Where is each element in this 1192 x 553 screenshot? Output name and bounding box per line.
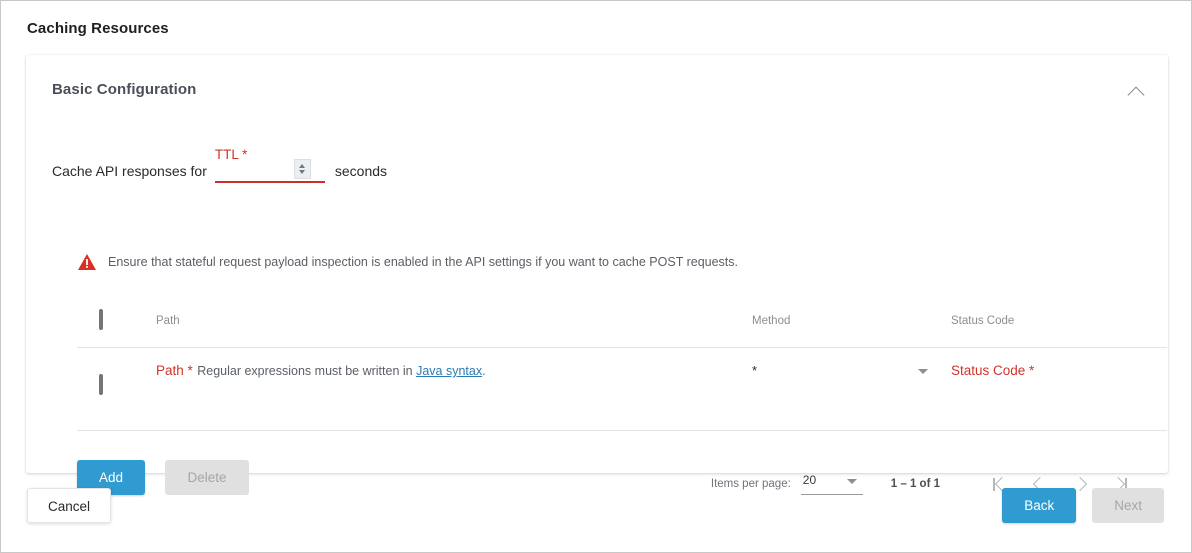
path-field-hint: Regular expressions must be written in J… — [197, 364, 485, 378]
method-select[interactable]: * — [752, 362, 934, 380]
ttl-row: Cache API responses for TTL * seconds — [52, 143, 387, 183]
card-header: Basic Configuration — [26, 55, 1168, 111]
stepper-down-icon[interactable] — [299, 170, 305, 174]
basic-configuration-card: Basic Configuration Cache API responses … — [26, 55, 1168, 473]
page-range-label: 1 – 1 of 1 — [891, 478, 940, 490]
chevron-down-icon[interactable] — [918, 369, 928, 374]
status-code-field-label: Status Code * — [951, 363, 1034, 378]
card-title: Basic Configuration — [52, 81, 196, 98]
path-hint-prefix: Regular expressions must be written in — [197, 364, 416, 378]
java-syntax-link[interactable]: Java syntax — [416, 364, 482, 378]
checkbox-box[interactable] — [99, 374, 103, 395]
caching-rules-table: Path Method Status Code Path * Regular e… — [77, 301, 1167, 431]
ttl-prefix-label: Cache API responses for — [52, 163, 207, 183]
stepper-up-icon[interactable] — [299, 164, 305, 168]
status-code-field: Status Code * — [951, 362, 1134, 380]
items-per-page-underline — [801, 494, 863, 495]
next-button[interactable]: Next — [1092, 488, 1164, 523]
footer-right: Back Next — [1002, 488, 1164, 523]
path-field-label: Path * — [156, 363, 193, 378]
row-select-checkbox[interactable] — [99, 376, 103, 394]
warning-text: Ensure that stateful request payload ins… — [108, 255, 738, 269]
items-per-page-value: 20 — [803, 473, 816, 487]
chevron-up-icon — [1128, 87, 1145, 104]
ttl-floating-label: TTL * — [215, 147, 248, 162]
select-all-checkbox[interactable] — [99, 311, 103, 329]
page-title: Caching Resources — [27, 20, 169, 37]
path-field: Path * Regular expressions must be writt… — [156, 362, 710, 380]
table-header-row: Path Method Status Code — [77, 301, 1167, 348]
ttl-stepper[interactable] — [294, 159, 311, 179]
column-header-path: Path — [156, 315, 180, 327]
method-select-value: * — [752, 363, 757, 378]
ttl-field: TTL * — [215, 147, 325, 183]
caching-resources-page: Caching Resources Basic Configuration Ca… — [0, 0, 1192, 553]
warning-message: Ensure that stateful request payload ins… — [77, 253, 738, 271]
chevron-down-icon[interactable] — [847, 479, 857, 484]
ttl-suffix-label: seconds — [335, 163, 387, 183]
items-per-page-label: Items per page: — [711, 478, 791, 490]
cancel-button[interactable]: Cancel — [27, 488, 111, 523]
items-per-page-select[interactable]: 20 — [801, 473, 863, 495]
path-hint-suffix: . — [482, 364, 485, 378]
column-header-method: Method — [752, 315, 790, 327]
warning-triangle-icon — [77, 253, 97, 271]
checkbox-box[interactable] — [99, 309, 103, 330]
delete-button[interactable]: Delete — [165, 460, 248, 495]
back-button[interactable]: Back — [1002, 488, 1076, 523]
collapse-section-button[interactable] — [1120, 77, 1152, 109]
column-header-status-code: Status Code — [951, 315, 1014, 327]
table-row: Path * Regular expressions must be writt… — [77, 348, 1167, 431]
footer-left: Cancel — [27, 488, 111, 523]
